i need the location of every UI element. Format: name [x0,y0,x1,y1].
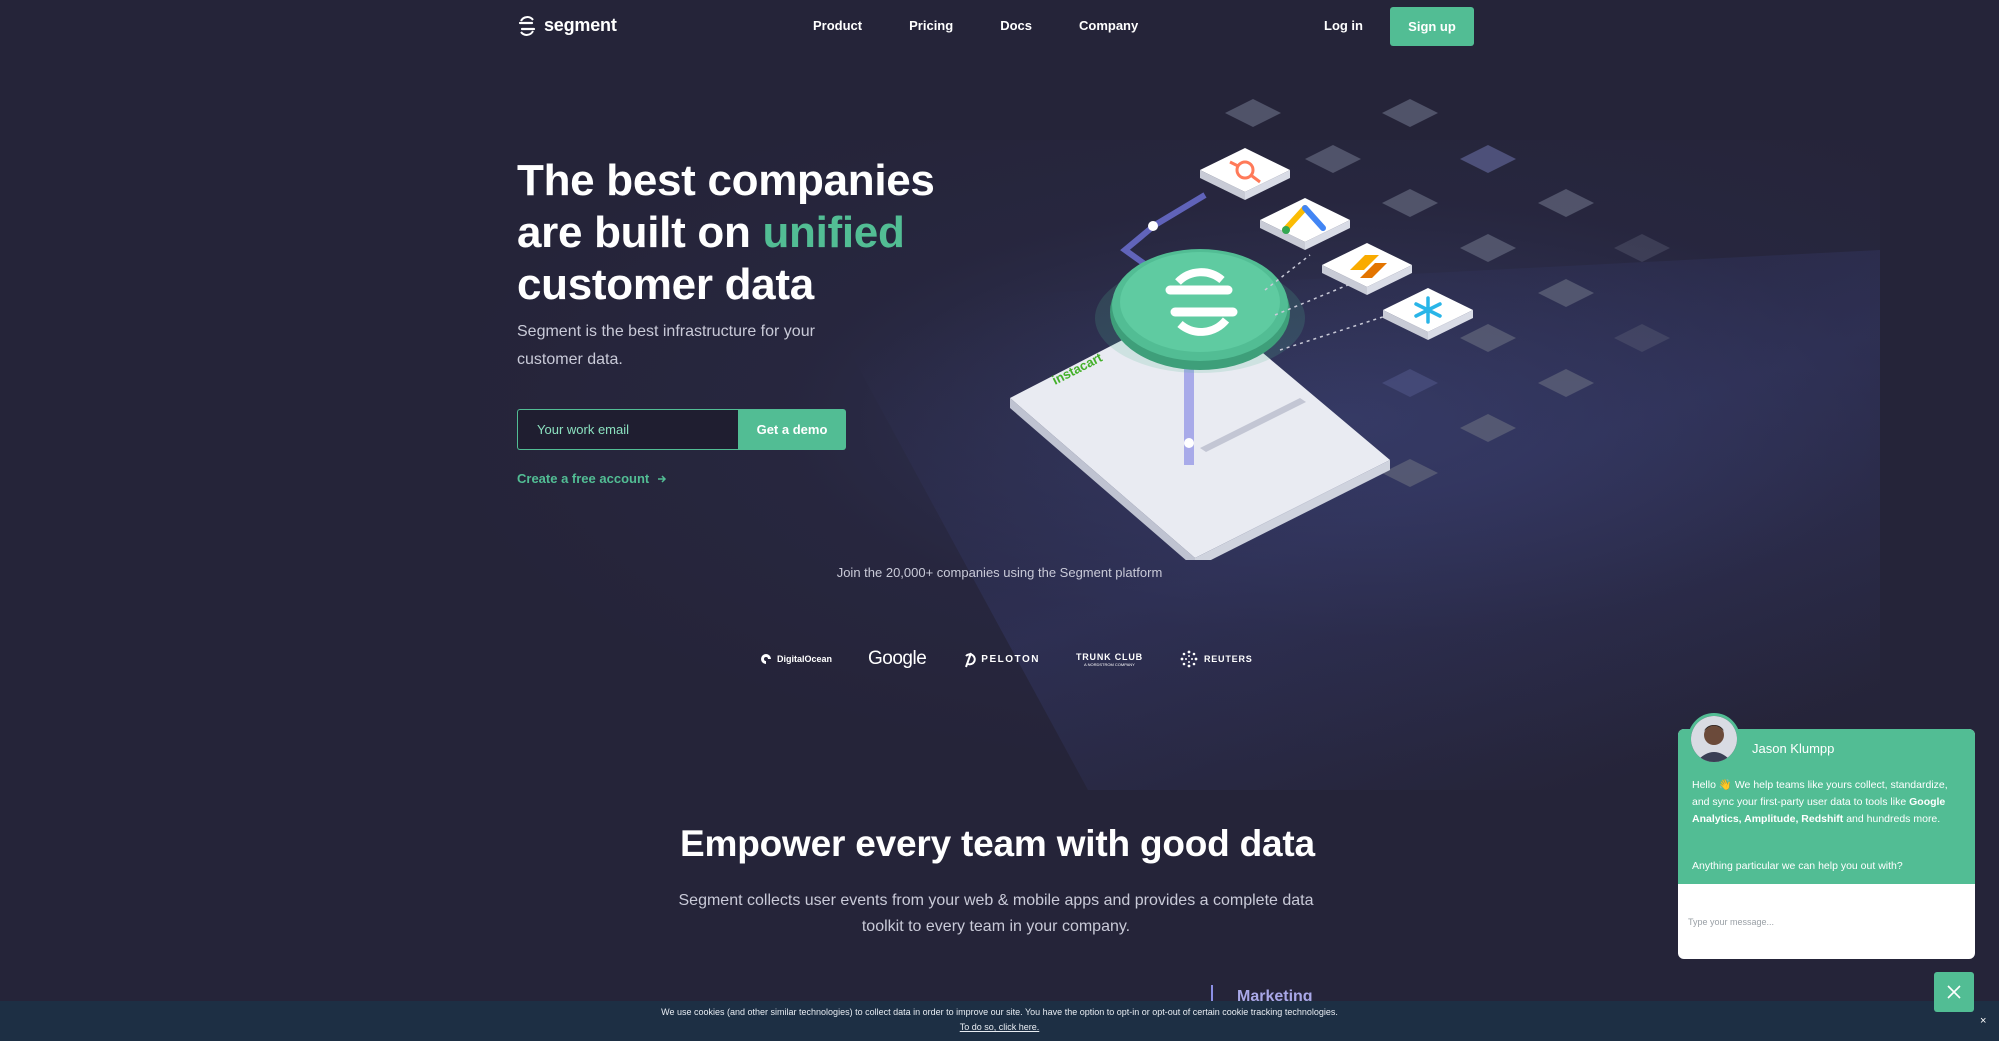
hero-title-line2-pre: are built on [517,208,763,257]
cookie-banner: We use cookies (and other similar techno… [0,1001,1999,1041]
chat-agent-name: Jason Klumpp [1752,741,1835,756]
hero-title-line3: customer data [517,260,814,309]
logo-text: segment [544,15,617,35]
chat-widget: Jason Klumpp Hello 👋 We help teams like … [1678,713,1975,959]
reuters-logo: REUTERS [1179,649,1253,669]
join-companies-text: Join the 20,000+ companies using the Seg… [836,565,1163,580]
google-logo: Google [868,648,927,669]
section-subtitle: Segment collects user events from your w… [678,892,1314,935]
digitalocean-icon [761,654,771,664]
hero-title-line1: The best companies [517,156,935,205]
hero-title-line2: are built on unified [517,207,935,259]
digitalocean-logo: DigitalOcean [760,653,832,665]
create-free-account-link[interactable]: Create a free account [517,471,667,486]
nav-link-product[interactable]: Product [813,18,862,33]
peloton-icon [965,652,977,668]
top-nav: segment Product Pricing Docs Company Log… [0,0,1999,52]
reuters-text: REUTERS [1203,654,1253,664]
peloton-logo: PELOTON [962,650,1040,668]
nav-links: Product Pricing Docs Company [813,18,1138,33]
login-link[interactable]: Log in [1324,18,1363,33]
avatar [1688,713,1740,765]
nav-link-company[interactable]: Company [1079,18,1138,33]
free-account-label: Create a free account [517,471,650,486]
chat-close-button[interactable] [1934,972,1974,1012]
chat-question: Anything particular we can help you out … [1692,860,1903,872]
chat-message: Hello 👋 We help teams like yours collect… [1692,777,1964,828]
chat-header: Jason Klumpp Hello 👋 We help teams like … [1678,713,1975,884]
hero-title: The best companies are built on unified … [517,155,935,311]
customer-logos: DigitalOcean Google PELOTON TRUNK CLUB A… [760,648,1253,670]
chat-message-part2: and hundreds more. [1843,813,1941,825]
segment-logo-icon [518,15,536,36]
trunk-club-text: TRUNK CLUB [1075,651,1143,662]
trunk-club-subtext: A NORDSTROM COMPANY [1084,661,1135,667]
get-demo-button[interactable]: Get a demo [738,409,846,450]
hero-title-accent: unified [762,208,905,257]
agent-avatar-icon [1691,716,1737,762]
email-form: Get a demo [517,409,846,450]
arrow-right-icon [658,474,667,483]
cookie-settings-link[interactable]: To do so, click here. [960,1022,1040,1032]
nav-link-docs[interactable]: Docs [1000,18,1032,33]
reuters-icon [1180,650,1198,668]
cookie-text: We use cookies (and other similar techno… [661,1007,1338,1017]
hero-illustration: instacart [1010,99,1670,560]
chat-message-input[interactable] [1678,884,1975,959]
peloton-text: PELOTON [981,653,1040,665]
hero-subtitle: Segment is the best infrastructure for y… [517,323,815,368]
signup-button[interactable]: Sign up [1390,7,1474,46]
digitalocean-text: DigitalOcean [777,654,833,664]
trunk-club-logo: TRUNK CLUB A NORDSTROM COMPANY [1076,652,1143,667]
nav-link-pricing[interactable]: Pricing [909,18,953,33]
close-icon [1947,985,1961,999]
work-email-input[interactable] [517,409,738,450]
segment-logo[interactable]: segment [517,15,617,36]
cookie-close-button[interactable]: × [1980,1015,1986,1027]
